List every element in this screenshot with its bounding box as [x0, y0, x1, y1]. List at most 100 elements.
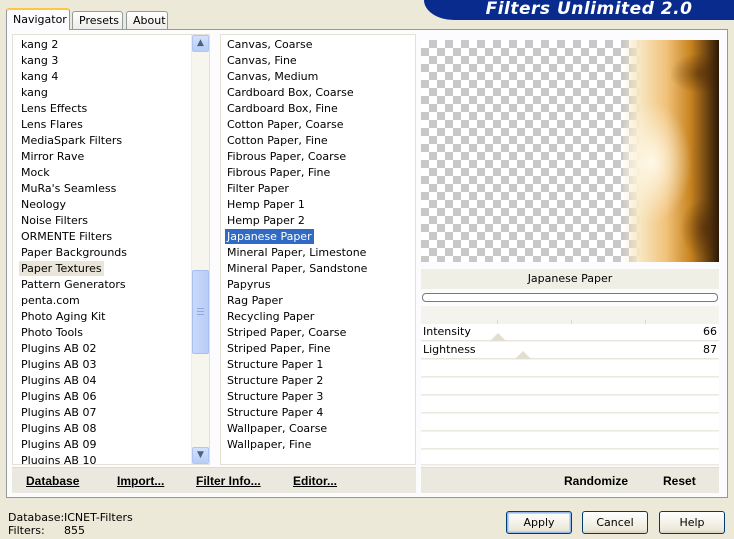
filter-item[interactable]: Papyrus [225, 277, 273, 292]
category-item[interactable]: Lens Flares [19, 117, 85, 132]
category-item[interactable]: Plugins AB 03 [19, 357, 98, 372]
category-item-label: Plugins AB 02 [21, 342, 97, 355]
category-item[interactable]: Pattern Generators [19, 277, 128, 292]
category-item-label: Mirror Rave [21, 150, 85, 163]
filter-item-label: Hemp Paper 1 [227, 198, 305, 211]
filter-item[interactable]: Structure Paper 1 [225, 357, 325, 372]
category-item-label: Lens Flares [21, 118, 83, 131]
category-list[interactable]: kang 2 kang 3 kang 4 kang Lens Effects Lens F… [12, 34, 210, 465]
database-button[interactable]: Database [26, 472, 79, 490]
category-item[interactable]: Mock [19, 165, 52, 180]
filter-item[interactable]: Hemp Paper 2 [225, 213, 307, 228]
category-item[interactable]: Photo Tools [19, 325, 85, 340]
filter-item[interactable]: Structure Paper 3 [225, 389, 325, 404]
filter-list[interactable]: Canvas, Coarse Canvas, Fine Canvas, Medium… [220, 34, 416, 465]
tab-about[interactable]: About [126, 11, 168, 30]
category-item-label: Lens Effects [21, 102, 88, 115]
category-item-label: Plugins AB 10 [21, 454, 97, 465]
filter-item-label: Hemp Paper 2 [227, 214, 305, 227]
filter-item[interactable]: Canvas, Fine [225, 53, 299, 68]
category-item[interactable]: Noise Filters [19, 213, 90, 228]
filter-item[interactable]: Structure Paper 4 [225, 405, 325, 420]
randomize-button[interactable]: Randomize [564, 472, 628, 490]
filter-item[interactable]: Japanese Paper [225, 229, 314, 244]
filter-item[interactable]: Hemp Paper 1 [225, 197, 307, 212]
category-item[interactable]: MuRa's Seamless [19, 181, 118, 196]
category-item[interactable]: Neology [19, 197, 68, 212]
chevron-up-icon[interactable]: ▲ [192, 35, 209, 52]
apply-button[interactable]: Apply [506, 511, 572, 534]
category-item[interactable]: Plugins AB 06 [19, 389, 98, 404]
filter-item-label: Cardboard Box, Coarse [227, 86, 354, 99]
category-item[interactable]: kang 3 [19, 53, 60, 68]
slider-lightness-marker[interactable] [515, 351, 531, 359]
filter-item[interactable]: Canvas, Medium [225, 69, 320, 84]
category-item[interactable]: Plugins AB 07 [19, 405, 98, 420]
category-item-label: Mock [21, 166, 50, 179]
filter-item[interactable]: Structure Paper 2 [225, 373, 325, 388]
category-item-label: kang 3 [21, 54, 59, 67]
filter-item-label: Striped Paper, Coarse [227, 326, 347, 339]
filter-item[interactable]: Striped Paper, Fine [225, 341, 333, 356]
category-item[interactable]: Lens Effects [19, 101, 89, 116]
status-label: Filters: [8, 524, 45, 537]
filter-item[interactable]: Cotton Paper, Fine [225, 133, 330, 148]
filter-item[interactable]: Striped Paper, Coarse [225, 325, 348, 340]
category-item-label: Photo Tools [21, 326, 83, 339]
filter-item[interactable]: Filter Paper [225, 181, 291, 196]
category-item[interactable]: kang 4 [19, 69, 60, 84]
category-item-label: Paper Textures [21, 262, 102, 275]
tab-presets[interactable]: Presets [72, 11, 123, 30]
category-scrollbar[interactable]: ▲ ▼ [191, 35, 209, 464]
category-item[interactable]: penta.com [19, 293, 82, 308]
slider-lightness[interactable]: Lightness 87 [421, 342, 719, 359]
category-item[interactable]: Plugins AB 04 [19, 373, 98, 388]
category-item[interactable]: Paper Textures [19, 261, 104, 276]
filter-item[interactable]: Cardboard Box, Fine [225, 101, 340, 116]
filter-item[interactable]: Fibrous Paper, Fine [225, 165, 332, 180]
filter-item[interactable]: Wallpaper, Fine [225, 437, 313, 452]
filter-item[interactable]: Recycling Paper [225, 309, 316, 324]
chevron-down-icon[interactable]: ▼ [192, 447, 209, 464]
category-item[interactable]: Plugins AB 09 [19, 437, 98, 452]
help-button[interactable]: Help [659, 511, 725, 534]
category-item-label: Plugins AB 08 [21, 422, 97, 435]
reset-button[interactable]: Reset [663, 472, 696, 490]
filter-item[interactable]: Mineral Paper, Sandstone [225, 261, 369, 276]
slider-intensity-marker[interactable] [490, 333, 506, 341]
status-filters: Filters: 855 [8, 524, 85, 537]
filter-item[interactable]: Cardboard Box, Coarse [225, 85, 356, 100]
category-item[interactable]: Photo Aging Kit [19, 309, 107, 324]
filter-item-label: Recycling Paper [227, 310, 315, 323]
category-item[interactable]: kang 2 [19, 37, 60, 52]
category-item-label: Neology [21, 198, 67, 211]
category-item[interactable]: Paper Backgrounds [19, 245, 129, 260]
filter-info-button[interactable]: Filter Info... [196, 472, 261, 490]
filter-item[interactable]: Cotton Paper, Coarse [225, 117, 346, 132]
status-value: ICNET-Filters [64, 511, 133, 524]
filter-item[interactable]: Canvas, Coarse [225, 37, 315, 52]
category-item[interactable]: Plugins AB 10 [19, 453, 98, 465]
category-item[interactable]: Plugins AB 08 [19, 421, 98, 436]
filter-item-label: Papyrus [227, 278, 271, 291]
cancel-button[interactable]: Cancel [582, 511, 648, 534]
scrollbar-thumb[interactable] [192, 270, 209, 354]
category-item[interactable]: Mirror Rave [19, 149, 86, 164]
slider-intensity[interactable]: Intensity 66 [421, 324, 719, 341]
category-item[interactable]: Plugins AB 02 [19, 341, 98, 356]
import-button[interactable]: Import... [117, 472, 164, 490]
filter-item-label: Cotton Paper, Fine [227, 134, 328, 147]
filter-item-label: Cardboard Box, Fine [227, 102, 338, 115]
category-item-label: Noise Filters [21, 214, 88, 227]
category-item-label: Plugins AB 03 [21, 358, 97, 371]
category-item[interactable]: kang [19, 85, 50, 100]
editor-button[interactable]: Editor... [293, 472, 337, 490]
filter-item[interactable]: Fibrous Paper, Coarse [225, 149, 348, 164]
filter-item[interactable]: Mineral Paper, Limestone [225, 245, 368, 260]
empty-control-row [421, 378, 719, 395]
category-item[interactable]: MediaSpark Filters [19, 133, 124, 148]
filter-item[interactable]: Wallpaper, Coarse [225, 421, 329, 436]
category-item[interactable]: ORMENTE Filters [19, 229, 114, 244]
filter-item[interactable]: Rag Paper [225, 293, 285, 308]
tab-navigator[interactable]: Navigator [6, 8, 70, 30]
